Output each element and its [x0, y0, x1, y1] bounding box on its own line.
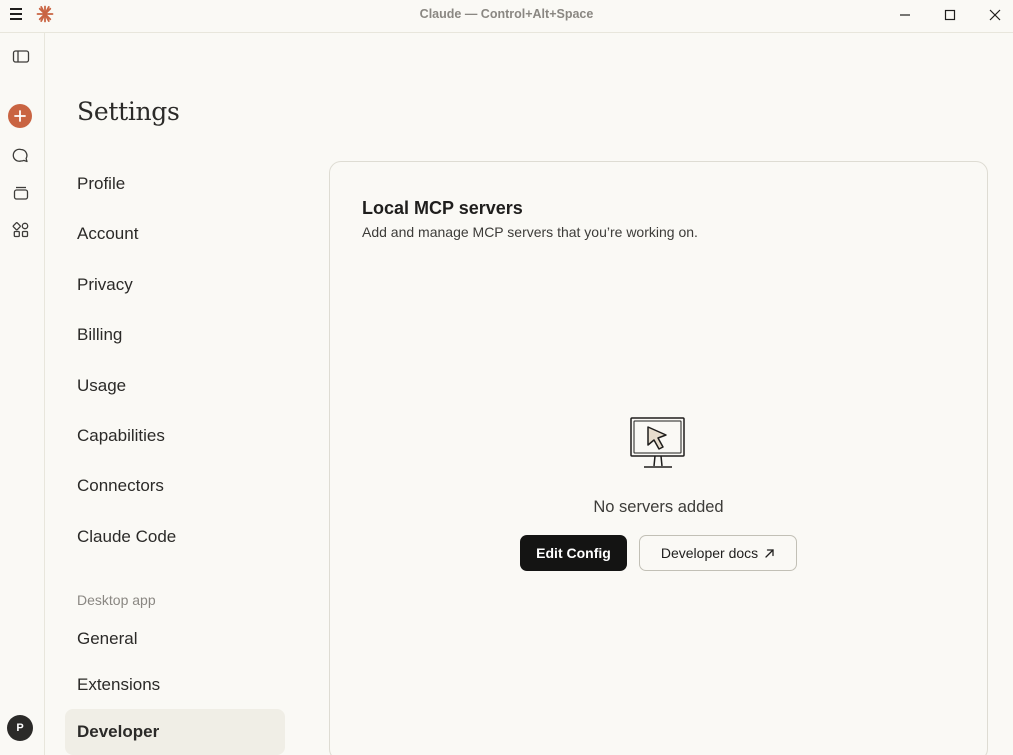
nav-section-desktop-app: Desktop app: [77, 592, 156, 608]
card-title: Local MCP servers: [362, 198, 523, 218]
avatar[interactable]: P: [7, 715, 33, 741]
maximize-button[interactable]: [927, 0, 973, 29]
nav-item-extensions[interactable]: Extensions: [65, 662, 285, 708]
artifacts-icon[interactable]: [11, 220, 31, 240]
card-subtitle: Add and manage MCP servers that you’re w…: [362, 224, 698, 240]
nav-item-claude-code[interactable]: Claude Code: [65, 514, 285, 560]
sidebar-toggle-icon[interactable]: [11, 47, 31, 67]
plus-icon: [14, 110, 26, 122]
page-title: Settings: [77, 97, 180, 126]
left-rail: P: [0, 33, 45, 755]
close-button[interactable]: [972, 0, 1013, 29]
mcp-servers-card: Local MCP servers Add and manage MCP ser…: [329, 161, 988, 755]
nav-item-developer[interactable]: Developer: [65, 709, 285, 755]
maximize-icon: [944, 9, 956, 20]
nav-item-account[interactable]: Account: [65, 211, 285, 257]
monitor-cursor-icon: [630, 417, 685, 468]
nav-item-connectors[interactable]: Connectors: [65, 463, 285, 509]
nav-item-privacy[interactable]: Privacy: [65, 262, 285, 308]
nav-item-billing[interactable]: Billing: [65, 312, 285, 358]
empty-state-text: No servers added: [593, 498, 724, 516]
nav-item-capabilities[interactable]: Capabilities: [65, 413, 285, 459]
edit-config-button[interactable]: Edit Config: [520, 535, 627, 571]
developer-docs-button[interactable]: Developer docs: [639, 535, 797, 571]
nav-item-general[interactable]: General: [65, 616, 285, 662]
window-title: Claude — Control+Alt+Space: [419, 7, 594, 21]
new-chat-button[interactable]: [8, 104, 32, 128]
chat-bubble-icon[interactable]: [11, 146, 31, 166]
close-icon: [989, 9, 1001, 20]
developer-docs-label: Developer docs: [660, 545, 759, 561]
external-link-arrow-icon: [765, 548, 774, 558]
nav-item-profile[interactable]: Profile: [65, 161, 285, 207]
projects-icon[interactable]: [11, 183, 31, 203]
minimize-button[interactable]: [882, 0, 928, 29]
nav-item-usage[interactable]: Usage: [65, 363, 285, 409]
title-bar: Claude — Control+Alt+Space: [0, 0, 1013, 29]
title-bar-divider: [0, 32, 1013, 33]
minimize-icon: [900, 13, 910, 16]
